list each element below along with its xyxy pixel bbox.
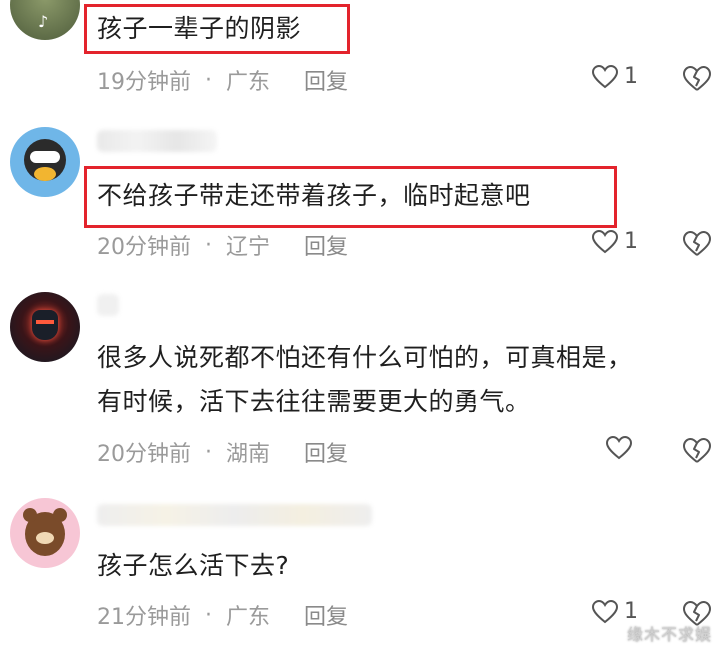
broken-heart-icon	[683, 66, 711, 91]
username-blurred	[97, 294, 119, 316]
comment-text: 孩子怎么活下去?	[97, 551, 290, 580]
timestamp: 21分钟前	[97, 605, 191, 630]
separator: ·	[205, 439, 212, 465]
region: 广东	[226, 605, 271, 630]
dislike-button[interactable]	[683, 66, 711, 92]
separator: ·	[205, 232, 212, 258]
robot-eyes	[36, 320, 54, 324]
reply-button[interactable]: 回复	[304, 599, 348, 631]
avatar[interactable]	[10, 498, 80, 568]
avatar[interactable]: ♪	[10, 0, 80, 40]
avatar[interactable]	[10, 292, 80, 362]
bear-muzzle	[36, 532, 54, 544]
region: 湖南	[226, 442, 271, 467]
bear-ear-left	[23, 508, 37, 522]
broken-heart-icon	[683, 231, 711, 256]
cartoon-beak	[34, 167, 56, 181]
like-button[interactable]	[606, 436, 632, 460]
cartoon-eyes	[30, 151, 60, 163]
comment-text-line-1: 很多人说死都不怕还有什么可怕的，可真相是，	[97, 343, 633, 372]
comment-text-line-2: 有时候，活下去往往需要更大的勇气。	[97, 387, 531, 416]
reply-button[interactable]: 回复	[304, 436, 348, 468]
timestamp: 20分钟前	[97, 442, 191, 467]
bear-ear-right	[53, 508, 67, 522]
broken-heart-icon	[683, 438, 711, 463]
separator: ·	[205, 67, 212, 93]
separator: ·	[205, 602, 212, 628]
heart-outline-icon	[592, 64, 618, 88]
region: 广东	[226, 70, 271, 95]
music-note-icon: ♪	[38, 12, 49, 31]
dislike-button[interactable]	[683, 438, 711, 464]
comment-meta: 20分钟前 · 湖南 回复	[97, 436, 348, 468]
region: 辽宁	[226, 235, 271, 260]
username-blurred	[97, 504, 372, 526]
heart-outline-icon	[592, 229, 618, 253]
timestamp: 20分钟前	[97, 235, 191, 260]
dislike-button[interactable]	[683, 231, 711, 257]
timestamp: 19分钟前	[97, 70, 191, 95]
heart-outline-icon	[592, 599, 618, 623]
username-blurred	[97, 130, 217, 152]
like-button[interactable]: 1	[592, 64, 638, 89]
reply-button[interactable]: 回复	[304, 64, 348, 96]
like-count: 1	[624, 229, 638, 254]
watermark: 缘木不求娱	[626, 625, 712, 644]
comment-meta: 20分钟前 · 辽宁 回复	[97, 229, 348, 261]
like-count: 1	[624, 64, 638, 89]
comment-meta: 19分钟前 · 广东 回复	[97, 64, 348, 96]
comment-text: 不给孩子带走还带着孩子，临时起意吧	[97, 181, 531, 210]
heart-outline-icon	[606, 436, 632, 460]
robot-head	[32, 310, 58, 340]
comment-text: 孩子一辈子的阴影	[97, 14, 302, 43]
like-button[interactable]: 1	[592, 229, 638, 254]
comment-meta: 21分钟前 · 广东 回复	[97, 599, 348, 631]
reply-button[interactable]: 回复	[304, 229, 348, 261]
avatar[interactable]	[10, 127, 80, 197]
